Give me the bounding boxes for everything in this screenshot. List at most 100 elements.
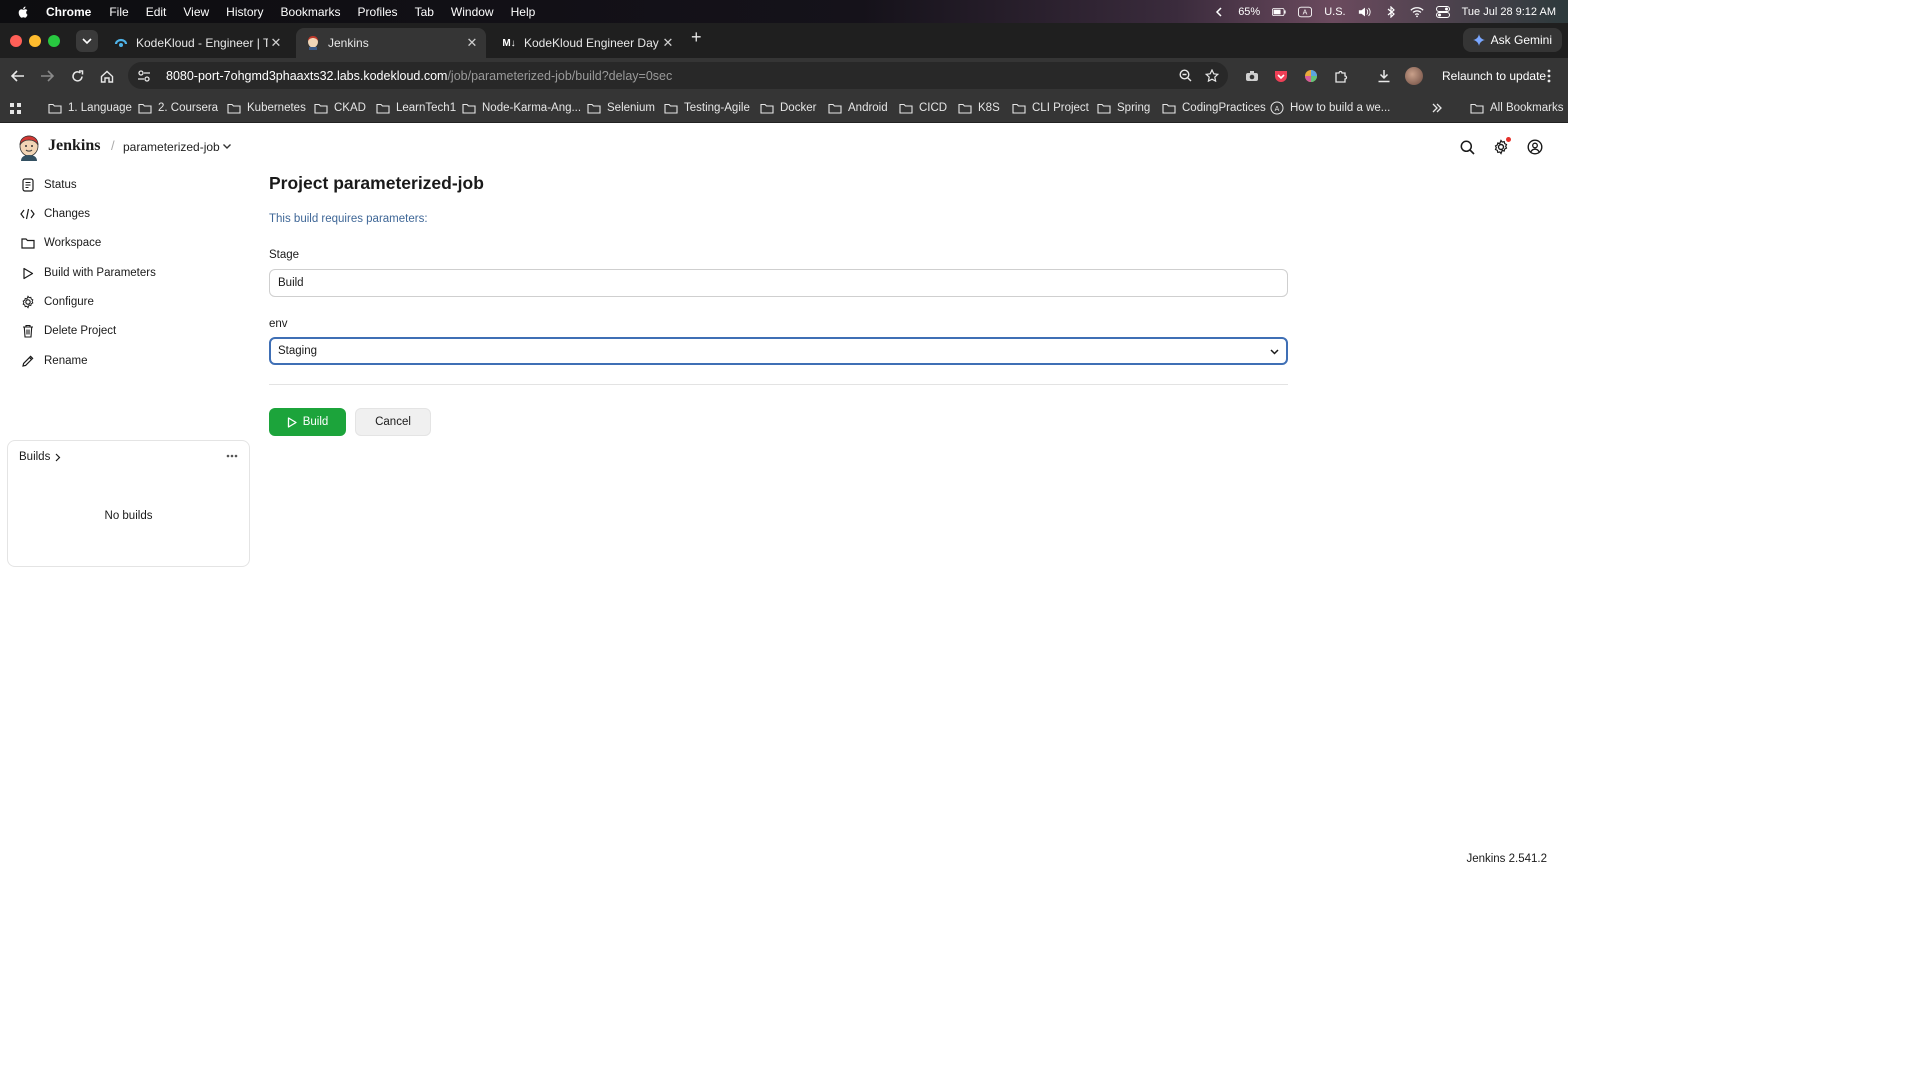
- menu-bookmarks[interactable]: Bookmarks: [281, 5, 341, 19]
- bookmark-folder[interactable]: Android: [828, 99, 888, 117]
- menu-tab[interactable]: Tab: [415, 5, 434, 19]
- sidebar-item-label: Rename: [44, 355, 88, 367]
- more-options-icon[interactable]: [225, 451, 239, 461]
- medium-favicon-icon: M↓: [502, 37, 516, 49]
- zoom-icon[interactable]: [1178, 68, 1193, 83]
- bookmark-folder[interactable]: Testing-Agile: [664, 99, 750, 117]
- folder-icon: [227, 103, 241, 114]
- screenshot-extension-icon[interactable]: [1243, 67, 1261, 85]
- battery-icon[interactable]: [1272, 6, 1286, 18]
- cancel-button[interactable]: Cancel: [355, 408, 431, 436]
- bookmark-link[interactable]: A How to build a we...: [1270, 99, 1390, 117]
- menu-app-name[interactable]: Chrome: [46, 5, 91, 19]
- tab-search-button[interactable]: [76, 30, 98, 52]
- user-account-icon[interactable]: [1526, 138, 1544, 156]
- all-bookmarks-button[interactable]: All Bookmarks: [1470, 99, 1564, 117]
- ask-gemini-button[interactable]: Ask Gemini: [1462, 28, 1562, 52]
- stage-value: Build: [278, 277, 304, 289]
- keyboard-a-icon[interactable]: A: [1298, 6, 1313, 18]
- jenkins-logo-icon[interactable]: [17, 134, 41, 162]
- menu-edit[interactable]: Edit: [146, 5, 167, 19]
- menu-help[interactable]: Help: [511, 5, 536, 19]
- extensions-puzzle-icon[interactable]: [1332, 67, 1350, 85]
- bookmark-folder[interactable]: CKAD: [314, 99, 366, 117]
- bluetooth-icon[interactable]: [1384, 5, 1398, 18]
- tab-kodekloud-task[interactable]: KodeKloud - Engineer | Task ✕: [104, 28, 290, 58]
- apps-grid-icon[interactable]: [9, 99, 22, 117]
- back-button[interactable]: [9, 67, 27, 85]
- sidebar-item-label: Delete Project: [44, 325, 117, 337]
- menu-file[interactable]: File: [109, 5, 128, 19]
- url-host: 8080-port-7ohgmd3phaaxts32.labs.kodeklou…: [166, 68, 448, 83]
- build-button[interactable]: Build: [269, 408, 346, 436]
- search-icon[interactable]: [1458, 138, 1476, 156]
- chevron-left-icon[interactable]: [1212, 6, 1226, 18]
- downloads-icon[interactable]: [1375, 67, 1393, 85]
- close-window-button[interactable]: [10, 35, 22, 47]
- sidebar-item-configure[interactable]: Configure: [20, 291, 94, 313]
- bookmark-folder[interactable]: K8S: [958, 99, 1000, 117]
- bookmark-folder[interactable]: LearnTech1: [376, 99, 456, 117]
- close-tab-icon[interactable]: ✕: [464, 35, 480, 51]
- stage-input[interactable]: Build: [269, 269, 1288, 297]
- bookmark-folder[interactable]: CICD: [899, 99, 947, 117]
- home-button[interactable]: [98, 67, 116, 85]
- clock[interactable]: Tue Jul 28 9:12 AM: [1462, 6, 1556, 18]
- bookmark-folder[interactable]: CodingPractices: [1162, 99, 1266, 117]
- sidebar-item-build-with-parameters[interactable]: Build with Parameters: [20, 262, 156, 284]
- breadcrumb-job[interactable]: parameterized-job: [123, 140, 220, 154]
- wifi-icon[interactable]: [1410, 6, 1424, 18]
- bookmark-folder[interactable]: 1. Language: [48, 99, 132, 117]
- pocket-extension-icon[interactable]: [1272, 67, 1290, 85]
- menu-view[interactable]: View: [183, 5, 209, 19]
- menu-window[interactable]: Window: [451, 5, 494, 19]
- sidebar-item-delete-project[interactable]: Delete Project: [20, 320, 116, 342]
- notification-dot: [1506, 137, 1511, 142]
- address-bar[interactable]: 8080-port-7ohgmd3phaaxts32.labs.kodeklou…: [128, 62, 1228, 89]
- builds-link[interactable]: Builds: [19, 451, 61, 463]
- control-center-icon[interactable]: [1435, 5, 1450, 18]
- input-source[interactable]: U.S.: [1324, 6, 1345, 18]
- bookmark-star-icon[interactable]: [1204, 68, 1219, 83]
- tab-kodekloud-day72[interactable]: M↓ KodeKloud Engineer Day 72: ✕: [492, 28, 682, 58]
- site-info-icon[interactable]: [136, 68, 152, 84]
- more-bookmarks-icon[interactable]: [1432, 99, 1442, 117]
- sidebar-item-changes[interactable]: Changes: [20, 203, 90, 225]
- bookmark-folder[interactable]: CLI Project: [1012, 99, 1089, 117]
- jenkins-version[interactable]: Jenkins 2.541.2: [1466, 853, 1547, 865]
- sidebar-item-rename[interactable]: Rename: [20, 350, 87, 372]
- bookmark-folder[interactable]: Spring: [1097, 99, 1150, 117]
- close-tab-icon[interactable]: ✕: [660, 35, 676, 51]
- jenkins-header: Jenkins / parameterized-job: [0, 124, 1568, 170]
- bookmark-label: Selenium: [607, 102, 655, 114]
- reload-button[interactable]: [68, 67, 86, 85]
- relaunch-button[interactable]: Relaunch to update: [1436, 63, 1552, 88]
- bookmark-folder[interactable]: Docker: [760, 99, 816, 117]
- bookmark-folder[interactable]: 2. Coursera: [138, 99, 218, 117]
- folder-icon: [587, 103, 601, 114]
- sidebar-item-status[interactable]: Status: [20, 174, 77, 196]
- forward-button[interactable]: [38, 67, 56, 85]
- env-select[interactable]: Staging: [269, 337, 1288, 365]
- bookmark-folder[interactable]: Node-Karma-Ang...: [462, 99, 581, 117]
- jenkins-brand[interactable]: Jenkins: [48, 137, 100, 155]
- menu-profiles[interactable]: Profiles: [358, 5, 398, 19]
- bookmark-label: LearnTech1: [396, 102, 457, 114]
- apple-logo-icon[interactable]: [16, 5, 30, 19]
- new-tab-button[interactable]: +: [691, 27, 702, 48]
- profile-avatar[interactable]: [1405, 67, 1423, 85]
- minimize-window-button[interactable]: [29, 35, 41, 47]
- menu-history[interactable]: History: [226, 5, 263, 19]
- chevron-down-icon[interactable]: [221, 140, 233, 152]
- tab-jenkins[interactable]: Jenkins ✕: [296, 28, 486, 58]
- color-extension-icon[interactable]: [1302, 67, 1320, 85]
- bookmark-folder[interactable]: Selenium: [587, 99, 655, 117]
- more-menu-icon[interactable]: [1543, 67, 1555, 85]
- folder-icon: [958, 103, 972, 114]
- close-tab-icon[interactable]: ✕: [268, 35, 284, 51]
- sidebar-item-workspace[interactable]: Workspace: [20, 232, 101, 254]
- volume-icon[interactable]: [1358, 6, 1372, 18]
- play-icon: [287, 416, 297, 428]
- zoom-window-button[interactable]: [48, 35, 60, 47]
- bookmark-folder[interactable]: Kubernetes: [227, 99, 306, 117]
